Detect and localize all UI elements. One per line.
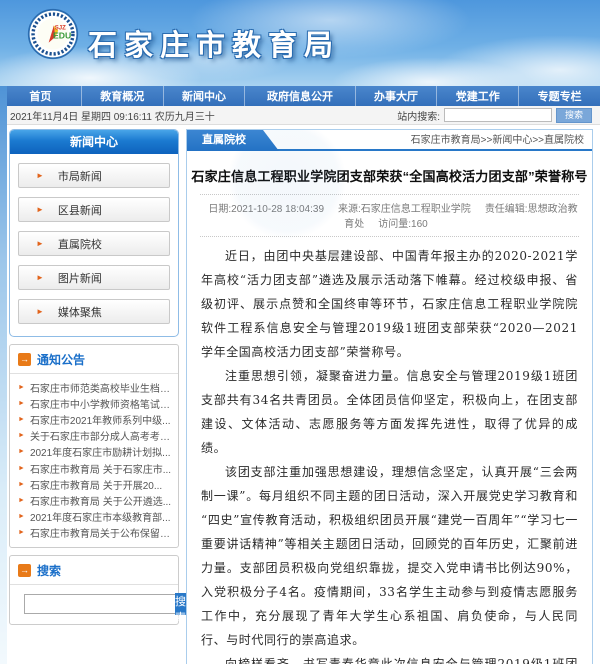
notice-list-item[interactable]: ►石家庄市中小学教师资格笔试疫情... [18, 395, 172, 411]
arrow-right-icon: ► [18, 465, 25, 472]
site-search: 站内搜索: 搜索 [397, 108, 592, 123]
main-nav: 首页 教育概况 新闻中心 政府信息公开 办事大厅 党建工作 专题专栏 [0, 86, 600, 106]
sidebar-item-city-news[interactable]: ► 市局新闻 [18, 163, 170, 188]
tab-affiliated-schools[interactable]: 直属院校 [187, 130, 279, 151]
news-center-panel-title: 新闻中心 [10, 130, 178, 154]
sidebar-item-district-news[interactable]: ► 区县新闻 [18, 197, 170, 222]
notice-list-item[interactable]: ►石家庄市教育局关于公布保留证明... [18, 525, 172, 541]
news-center-panel-body: ► 市局新闻 ► 区县新闻 ► 直属院校 ► 图片新闻 [10, 154, 178, 337]
notice-list-item[interactable]: ►2021年度石家庄市励耕计划拟... [18, 444, 172, 460]
notice-list-item[interactable]: ►石家庄市2021年教师系列中级... [18, 411, 172, 427]
nav-item-party-building[interactable]: 党建工作 [437, 86, 519, 106]
notice-list-item[interactable]: ►2021年度石家庄市本级教育部... [18, 509, 172, 525]
arrow-right-icon: ► [36, 205, 44, 214]
article-meta: 日期:2021-10-28 18:04:39来源:石家庄信息工程职业学院责任编辑… [200, 194, 579, 237]
article-paragraph: 该团支部注重加强思想建设，理想信念坚定，认真开展“三会两制一课”。每月组织不同主… [201, 460, 578, 652]
nav-item-special-topics[interactable]: 专题专栏 [519, 86, 600, 106]
date-bar: 2021年11月4日 星期四 09:16:11 农历九月三十 站内搜索: 搜索 [0, 106, 600, 125]
arrow-right-icon: ► [18, 497, 25, 504]
arrow-right-icon: ► [18, 513, 25, 520]
bureau-logo-icon: SJZ EDU [27, 8, 79, 60]
notice-panel-header: → 通知公告 [10, 345, 178, 374]
notice-list-item[interactable]: ►石家庄市师范类高校毕业生档案部... [18, 379, 172, 395]
article-date: 日期:2021-10-28 18:04:39 [208, 204, 324, 215]
sidebar-item-media-focus[interactable]: ► 媒体聚焦 [18, 299, 170, 324]
notice-list-item[interactable]: ►石家庄市教育局 关于公开遴选... [18, 492, 172, 508]
notice-list: ►石家庄市师范类高校毕业生档案部... ►石家庄市中小学教师资格笔试疫情... … [10, 374, 178, 547]
nav-item-gov-info[interactable]: 政府信息公开 [245, 86, 355, 106]
arrow-right-icon: ► [18, 400, 25, 407]
content-header: 直属院校 石家庄市教育局>>新闻中心>>直属院校 [187, 130, 592, 151]
notice-list-item[interactable]: ►关于石家庄市部分成人高考考点考... [18, 428, 172, 444]
site-title: 石家庄市教育局 [88, 22, 340, 64]
sidebar-search-button[interactable]: 搜索 [175, 593, 186, 615]
sidebar: 新闻中心 ► 市局新闻 ► 区县新闻 ► 直属院校 ► [9, 129, 179, 625]
sidebar-item-label: 图片新闻 [58, 270, 102, 286]
arrow-right-icon: ► [18, 416, 25, 423]
nav-item-overview[interactable]: 教育概况 [82, 86, 164, 106]
nav-item-news-center[interactable]: 新闻中心 [164, 86, 246, 106]
arrow-right-icon: ► [18, 432, 25, 439]
left-edge-decoration [0, 86, 7, 664]
sidebar-item-photo-news[interactable]: ► 图片新闻 [18, 265, 170, 290]
arrow-right-icon: ► [36, 171, 44, 180]
nav-item-home[interactable]: 首页 [0, 86, 82, 106]
arrow-right-icon: ► [18, 529, 25, 536]
page: SJZ EDU 石家庄市教育局 首页 教育概况 新闻中心 政府信息公开 办事大厅… [0, 0, 600, 664]
site-search-input[interactable] [444, 108, 552, 122]
svg-text:EDU: EDU [53, 30, 71, 40]
notice-arrow-icon: → [18, 353, 31, 366]
breadcrumb[interactable]: 石家庄市教育局>>新闻中心>>直属院校 [411, 130, 584, 151]
search-arrow-icon: → [18, 564, 31, 577]
news-center-panel: 新闻中心 ► 市局新闻 ► 区县新闻 ► 直属院校 ► [9, 129, 179, 337]
article-paragraph: 注重思想引领，凝聚奋进力量。信息安全与管理2019级1班团支部共有34名共青团员… [201, 364, 578, 460]
article-paragraph: 向榜样看齐，书写青春华章此次信息安全与管理2019级1班团支部成功获评，是软件工… [201, 652, 578, 664]
sidebar-item-label: 区县新闻 [58, 202, 102, 218]
sidebar-search-title: 搜索 [37, 562, 61, 579]
article-title: 石家庄信息工程职业学院团支部荣获“全国高校活力团支部”荣誉称号 [187, 166, 592, 185]
sidebar-item-label: 直属院校 [58, 236, 102, 252]
sidebar-search-header: → 搜索 [10, 556, 178, 585]
notice-panel: → 通知公告 ►石家庄市师范类高校毕业生档案部... ►石家庄市中小学教师资格笔… [9, 344, 179, 548]
nav-item-service-hall[interactable]: 办事大厅 [356, 86, 438, 106]
notice-list-item[interactable]: ►石家庄市教育局 关于石家庄市... [18, 460, 172, 476]
article-paragraph: 近日，由团中央基层建设部、中国青年报主办的2020-2021学年高校“活力团支部… [201, 244, 578, 364]
content-panel: 直属院校 石家庄市教育局>>新闻中心>>直属院校 石家庄信息工程职业学院团支部荣… [186, 129, 593, 664]
notice-list-item[interactable]: ►石家庄市教育局 关于开展20... [18, 476, 172, 492]
main-area: 新闻中心 ► 市局新闻 ► 区县新闻 ► 直属院校 ► [0, 125, 600, 664]
sidebar-item-label: 市局新闻 [58, 168, 102, 184]
arrow-right-icon: ► [36, 273, 44, 282]
arrow-right-icon: ► [18, 384, 25, 391]
notice-panel-title: 通知公告 [37, 351, 85, 368]
datetime-text: 2021年11月4日 星期四 09:16:11 农历九月三十 [10, 108, 215, 123]
site-search-label: 站内搜索: [397, 108, 440, 123]
sidebar-search-row: 搜索 [10, 585, 178, 624]
arrow-right-icon: ► [18, 481, 25, 488]
sidebar-item-label: 媒体聚焦 [58, 304, 102, 320]
arrow-right-icon: ► [36, 239, 44, 248]
arrow-right-icon: ► [18, 448, 25, 455]
site-search-button[interactable]: 搜索 [556, 108, 592, 123]
sidebar-search-input[interactable] [24, 594, 175, 614]
arrow-right-icon: ► [36, 307, 44, 316]
sidebar-search-panel: → 搜索 搜索 [9, 555, 179, 625]
article-visits: 访问量:160 [378, 219, 427, 230]
article-body: 近日，由团中央基层建设部、中国青年报主办的2020-2021学年高校“活力团支部… [201, 244, 578, 664]
sidebar-item-affiliated-schools[interactable]: ► 直属院校 [18, 231, 170, 256]
site-header: SJZ EDU 石家庄市教育局 [0, 0, 600, 86]
article-source: 来源:石家庄信息工程职业学院 [338, 204, 471, 215]
